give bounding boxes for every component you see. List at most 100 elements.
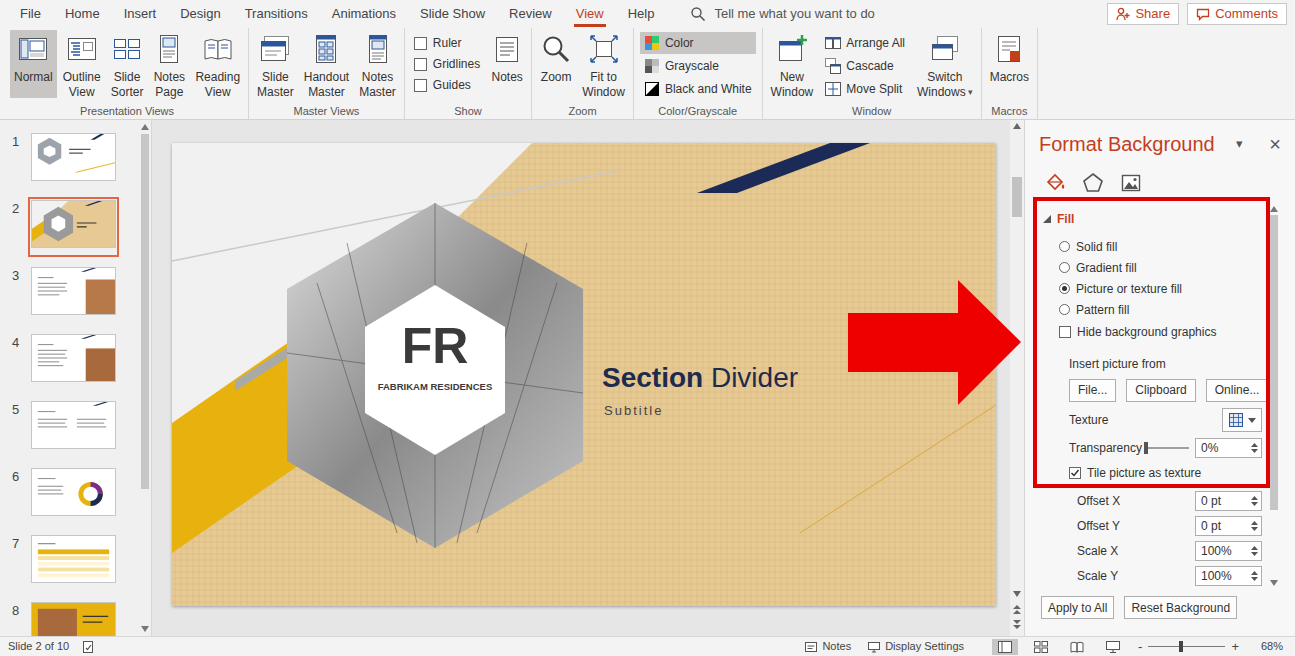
thumbnail-row[interactable]: 2 bbox=[0, 197, 139, 264]
thumbnail-frame[interactable] bbox=[28, 599, 119, 636]
slide-thumbnail[interactable] bbox=[31, 401, 116, 449]
section-label[interactable]: Fill bbox=[1057, 210, 1074, 228]
tell-me-search[interactable]: Tell me what you want to do bbox=[690, 4, 874, 24]
field-value[interactable]: 0 pt bbox=[1201, 492, 1250, 510]
radio-circle[interactable] bbox=[1059, 262, 1070, 273]
slide-thumbnail[interactable] bbox=[31, 267, 116, 315]
small-button-label[interactable]: Grayscale bbox=[665, 57, 719, 75]
checkbox-box[interactable] bbox=[414, 79, 427, 92]
ribbon-small-button[interactable]: Arrange All bbox=[821, 32, 909, 54]
field-value[interactable]: 0 pt bbox=[1201, 517, 1250, 535]
radio-circle[interactable] bbox=[1059, 283, 1070, 294]
thumbnail-row[interactable]: 8 bbox=[0, 599, 139, 636]
slide-thumbnail[interactable] bbox=[31, 200, 116, 248]
thumbnail-row[interactable]: 4 bbox=[0, 331, 139, 398]
scroll-up-icon[interactable] bbox=[141, 124, 149, 130]
field-value[interactable]: 0% bbox=[1201, 439, 1250, 457]
picture-icon[interactable] bbox=[1119, 171, 1143, 195]
ribbon-tab[interactable]: Home bbox=[53, 0, 112, 28]
thumbnail-frame[interactable] bbox=[28, 197, 119, 257]
radio-label[interactable]: Solid fill bbox=[1076, 238, 1117, 256]
ribbon-tab-label[interactable]: Animations bbox=[332, 4, 396, 24]
fill-section-header[interactable]: Fill bbox=[1025, 208, 1268, 230]
ribbon-button[interactable]: OutlineView bbox=[59, 30, 105, 100]
scroll-thumb[interactable] bbox=[141, 134, 149, 489]
ribbon-tab-label[interactable]: Slide Show bbox=[420, 4, 485, 24]
ribbon-tab[interactable]: Insert bbox=[112, 0, 169, 28]
small-button-label[interactable]: Cascade bbox=[846, 57, 893, 75]
radio-label[interactable]: Pattern fill bbox=[1076, 301, 1129, 319]
ribbon-tab-label[interactable]: Transitions bbox=[245, 4, 308, 24]
slide-thumbnail[interactable] bbox=[31, 535, 116, 583]
checkbox-box[interactable] bbox=[1059, 326, 1071, 338]
ribbon-small-button[interactable]: Color bbox=[640, 32, 756, 54]
scroll-down-icon[interactable] bbox=[1013, 591, 1021, 597]
header-button[interactable]: Share bbox=[1107, 3, 1179, 25]
pane-footer-button[interactable]: Apply to All bbox=[1041, 596, 1114, 619]
ribbon-button[interactable]: NotesMaster bbox=[355, 30, 400, 100]
slide-thumbnail[interactable] bbox=[31, 133, 116, 181]
checkbox-label[interactable]: Gridlines bbox=[433, 55, 480, 73]
normal-view-icon[interactable] bbox=[992, 639, 1018, 655]
thumbnail-row[interactable]: 1 bbox=[0, 130, 139, 197]
ribbon-tab[interactable]: Transitions bbox=[233, 0, 320, 28]
small-button-label[interactable]: Move Split bbox=[846, 80, 902, 98]
radio-label[interactable]: Picture or texture fill bbox=[1076, 280, 1182, 298]
close-icon[interactable]: × bbox=[1269, 134, 1281, 154]
thumbnail-frame[interactable] bbox=[28, 264, 119, 324]
display-settings-button[interactable]: Display Settings bbox=[867, 638, 964, 655]
zoom-out-button[interactable]: - bbox=[1138, 640, 1142, 654]
spinner-arrows-icon[interactable] bbox=[1250, 568, 1259, 584]
thumbnail-frame[interactable] bbox=[28, 331, 119, 391]
transparency-slider-track[interactable] bbox=[1144, 447, 1189, 449]
thumbnail-frame[interactable] bbox=[28, 532, 119, 592]
ribbon-tab[interactable]: Help bbox=[616, 0, 667, 28]
ribbon-tab-label[interactable]: Design bbox=[180, 4, 220, 24]
title-part[interactable]: Section bbox=[602, 361, 703, 395]
ribbon-button[interactable]: Macros bbox=[986, 30, 1033, 98]
small-button-label[interactable]: Arrange All bbox=[846, 34, 905, 52]
canvas-scrollbar[interactable] bbox=[1010, 120, 1024, 636]
scroll-thumb[interactable] bbox=[1012, 177, 1022, 217]
checkbox-label[interactable]: Ruler bbox=[433, 34, 462, 52]
insert-picture-button[interactable]: Clipboard bbox=[1126, 379, 1195, 402]
slide-show-icon[interactable] bbox=[1100, 639, 1126, 655]
pane-scrollbar[interactable] bbox=[1268, 198, 1280, 590]
small-button-label[interactable]: Black and White bbox=[665, 80, 752, 98]
ribbon-small-button[interactable]: Move Split bbox=[821, 78, 909, 100]
reading-view-icon[interactable] bbox=[1064, 639, 1090, 655]
thumbnail-row[interactable]: 5 bbox=[0, 398, 139, 465]
radio-label[interactable]: Gradient fill bbox=[1076, 259, 1137, 277]
ribbon-tab[interactable]: Animations bbox=[320, 0, 408, 28]
tell-me-text[interactable]: Tell me what you want to do bbox=[714, 4, 874, 24]
ribbon-tab-label[interactable]: Review bbox=[509, 4, 552, 24]
ribbon-button[interactable]: NotesPage bbox=[149, 30, 189, 100]
scroll-up-icon[interactable] bbox=[1270, 206, 1278, 212]
ribbon-tab[interactable]: Slide Show bbox=[408, 0, 497, 28]
ribbon-button[interactable]: NewWindow bbox=[767, 30, 818, 100]
ribbon-button[interactable]: Notes bbox=[487, 30, 527, 98]
ribbon-button[interactable]: SlideSorter bbox=[107, 30, 148, 100]
thumbnail-frame[interactable] bbox=[28, 398, 119, 458]
slide-thumbnail[interactable] bbox=[31, 602, 116, 636]
notes-label[interactable]: Notes bbox=[822, 638, 851, 655]
fill-radio[interactable]: Pattern fill bbox=[1025, 299, 1268, 320]
notes-toggle[interactable]: Notes bbox=[804, 638, 851, 655]
ribbon-button[interactable]: SlideMaster bbox=[253, 30, 298, 100]
checkbox-label[interactable]: Guides bbox=[433, 76, 471, 94]
transparency-slider-thumb[interactable] bbox=[1144, 442, 1148, 454]
checkbox-box[interactable] bbox=[1069, 467, 1081, 479]
ribbon-tab-label[interactable]: File bbox=[20, 4, 41, 24]
ribbon-checkbox[interactable]: Guides bbox=[414, 77, 480, 93]
checkbox-box[interactable] bbox=[414, 58, 427, 71]
checkbox-label[interactable]: Hide background graphics bbox=[1077, 323, 1216, 341]
radio-circle[interactable] bbox=[1059, 241, 1070, 252]
transparency-field[interactable]: 0% bbox=[1195, 438, 1262, 458]
checkbox-box[interactable] bbox=[414, 37, 427, 50]
ribbon-tab-label[interactable]: View bbox=[576, 4, 604, 24]
ribbon-tab-label[interactable]: Help bbox=[628, 4, 655, 24]
thumbnail-scrollbar[interactable] bbox=[139, 120, 151, 636]
slide-sorter-icon[interactable] bbox=[1028, 639, 1054, 655]
insert-picture-button[interactable]: Online... bbox=[1206, 379, 1268, 402]
ribbon-button[interactable]: Normal bbox=[10, 30, 57, 98]
